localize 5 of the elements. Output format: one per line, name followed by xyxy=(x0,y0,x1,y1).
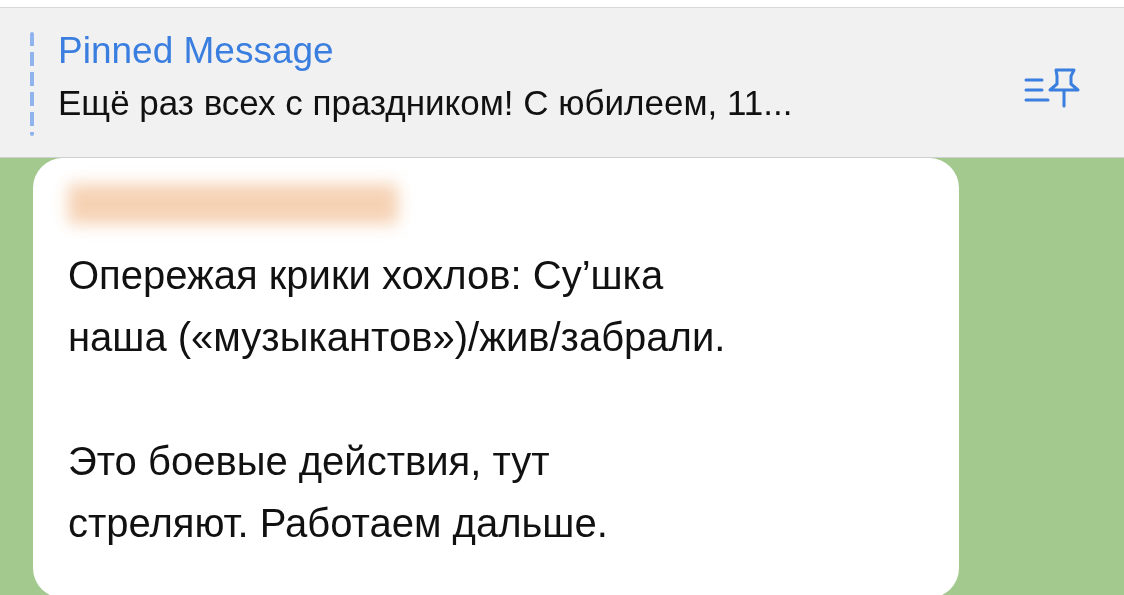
message-paragraph: Это боевые действия, тут стреляют. Работаем дальше. xyxy=(68,438,609,547)
pinned-text: Ещё раз всех с праздником! С юбилеем, 11... xyxy=(58,82,794,124)
pinned-title: Pinned Message xyxy=(58,29,335,73)
message-paragraph: Опережая крики хохлов: Су’шка наша («музыкантов»)/жив/забрали. xyxy=(68,252,727,361)
pinned-message-bar[interactable]: Pinned Message Ещё раз всех с праздником! С юбилеем, 11... xyxy=(0,8,1124,158)
